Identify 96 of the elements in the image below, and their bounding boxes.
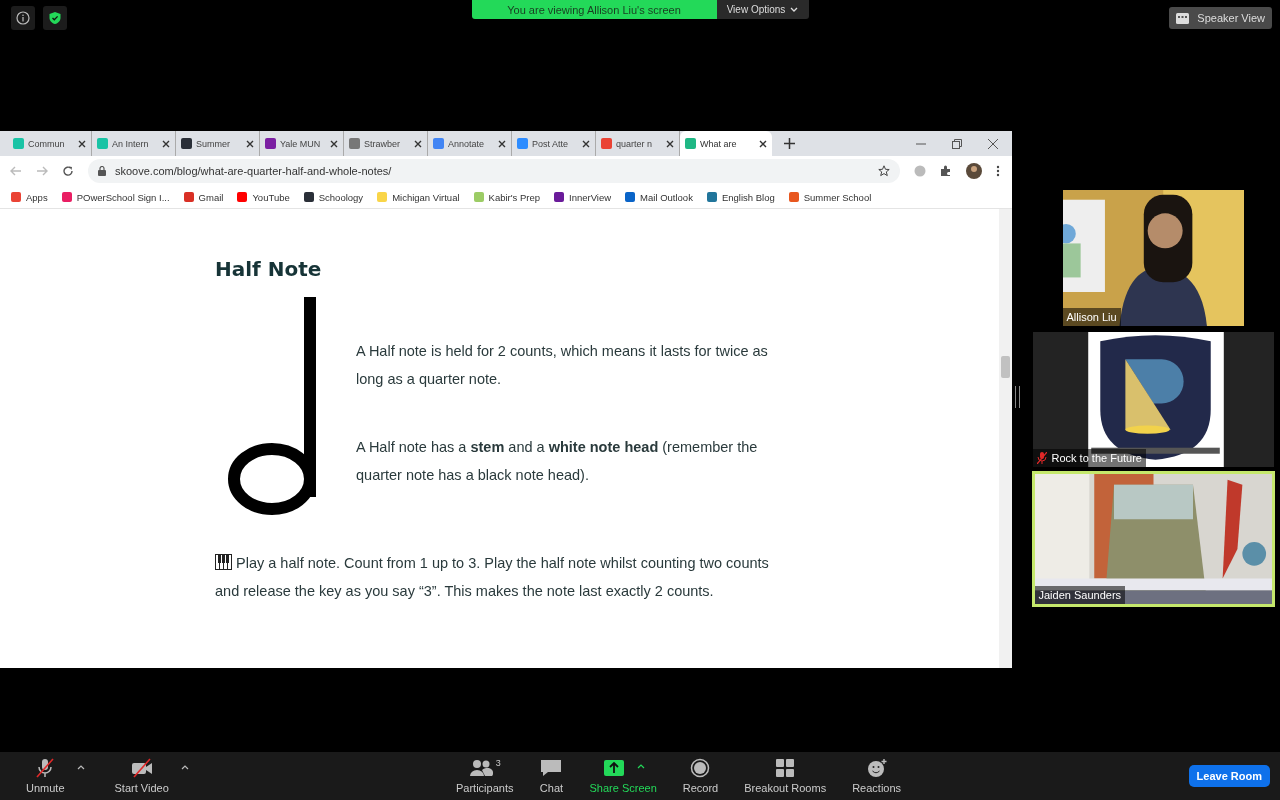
bookmark[interactable]: Michigan Virtual xyxy=(377,191,460,203)
reload-icon[interactable] xyxy=(62,165,74,177)
bookmark-label: English Blog xyxy=(721,191,775,203)
view-options-button[interactable]: View Options xyxy=(716,0,809,19)
close-icon[interactable] xyxy=(666,139,674,148)
tab-title: Strawber xyxy=(364,138,401,149)
tab-title: Annotate xyxy=(448,138,486,149)
bookmark-icon xyxy=(473,192,484,202)
caret-icon[interactable] xyxy=(76,764,85,770)
bookmark-label: InnerView xyxy=(569,191,612,203)
close-icon[interactable] xyxy=(246,139,254,148)
caret-icon[interactable] xyxy=(636,764,645,769)
tab-title: Yale MUN xyxy=(280,138,322,149)
avatar-icon[interactable] xyxy=(966,163,982,179)
leave-room-button[interactable]: Leave Room xyxy=(1188,765,1270,787)
paragraph: Play a half note. Count from 1 up to 3. Play the half note whilst counting two counts and release the key as you say “3”. This makes the note last exactly 2 counts. xyxy=(215,553,770,601)
bookmark-label: YouTube xyxy=(252,191,290,203)
bookmark-icon xyxy=(625,192,636,202)
chat-icon xyxy=(539,758,564,778)
paragraph: A Half note is held for 2 counts, which means it lasts for twice as long as a quarter note. xyxy=(356,342,769,389)
address-bar[interactable]: skoove.com/blog/what-are-quarter-half-and-whole-notes/ xyxy=(88,159,900,183)
participant-name: Rock to the Future xyxy=(1032,449,1146,467)
bookmark-icon xyxy=(377,192,388,202)
info-icon[interactable] xyxy=(11,6,35,30)
tab-title: An Intern xyxy=(112,138,150,149)
share-icon xyxy=(601,758,626,778)
bookmark-label: Schoology xyxy=(318,191,364,203)
tab-title: What are xyxy=(700,138,738,149)
url-text: skoove.com/blog/what-are-quarter-half-and-whole-notes/ xyxy=(115,165,393,177)
close-icon[interactable] xyxy=(988,138,998,149)
toolbar-button[interactable]: Unmute xyxy=(20,758,71,794)
bookmark-icon xyxy=(61,192,72,202)
close-icon[interactable] xyxy=(78,139,86,148)
toolbar-button[interactable]: Share Screen xyxy=(583,758,663,794)
toolbar-button[interactable]: Record xyxy=(676,758,725,794)
tab-title: quarter n xyxy=(616,138,654,149)
toolbar-button[interactable]: Reactions xyxy=(846,758,908,794)
bookmark-icon xyxy=(237,192,248,202)
toolbar-button[interactable]: 3 Participants xyxy=(450,758,520,794)
screen-share-banner: You are viewing Allison Liu's screen xyxy=(471,0,717,19)
bookmark-icon xyxy=(183,192,194,202)
muted-mic-icon xyxy=(1036,452,1047,464)
bookmark-icon xyxy=(554,192,564,202)
paragraph: A Half note has a stem and a white note head (remember the quarter note has a black note head). xyxy=(356,438,759,485)
close-icon[interactable] xyxy=(582,139,590,148)
bookmark-label: Mail Outlook xyxy=(640,191,693,203)
tab-title: Commun xyxy=(28,138,66,149)
close-icon[interactable] xyxy=(162,139,170,148)
bookmark[interactable]: Apps xyxy=(11,191,48,203)
video-camera-icon xyxy=(129,758,154,778)
participant-name: Allison Liu xyxy=(1062,308,1121,326)
restore-icon[interactable] xyxy=(952,138,962,149)
bookmark[interactable]: English Blog xyxy=(706,191,775,203)
bookmark[interactable]: Summer School xyxy=(788,191,872,203)
toolbar-button[interactable]: Start Video xyxy=(108,758,175,794)
puzzle-icon[interactable] xyxy=(940,165,952,177)
bookmark[interactable]: InnerView xyxy=(554,191,612,203)
browser-tab[interactable]: What are xyxy=(680,131,772,156)
close-icon[interactable] xyxy=(759,139,767,148)
star-icon[interactable] xyxy=(878,165,890,177)
grid-icon xyxy=(1176,12,1190,24)
caret-icon[interactable] xyxy=(180,764,189,770)
caret-icon xyxy=(790,6,799,13)
scrollbar[interactable] xyxy=(999,209,1012,668)
bookmark[interactable]: Schoology xyxy=(303,191,364,203)
close-icon[interactable] xyxy=(498,139,506,148)
participant-name: Jaiden Saunders xyxy=(1034,586,1126,604)
bookmark-label: Summer School xyxy=(803,191,872,203)
tab-title: Post Atte xyxy=(532,138,570,149)
bookmark-icon xyxy=(706,192,717,202)
tab-title: Summer xyxy=(196,138,231,149)
bookmark-icon xyxy=(788,192,799,202)
participant-count: 3 xyxy=(495,758,501,768)
participants-icon xyxy=(468,758,493,778)
shield-icon[interactable] xyxy=(43,6,67,30)
close-icon[interactable] xyxy=(414,139,422,148)
bookmark-label: Gmail xyxy=(198,191,224,203)
new-tab-icon[interactable] xyxy=(784,138,795,149)
bookmark-label: Apps xyxy=(26,191,48,203)
article-heading: Half Note xyxy=(215,257,323,281)
bookmark[interactable]: Mail Outlook xyxy=(625,191,693,203)
bookmark-label: Kabir's Prep xyxy=(488,191,540,203)
bookmark[interactable]: Gmail xyxy=(183,191,224,203)
piano-icon xyxy=(215,554,232,570)
bookmark-icon xyxy=(303,192,314,202)
bookmark-icon xyxy=(11,192,21,202)
menu-icon[interactable] xyxy=(996,165,1000,177)
bookmark-label: Michigan Virtual xyxy=(392,191,460,203)
toolbar-button[interactable]: Breakout Rooms xyxy=(738,758,833,794)
toolbar-button[interactable]: Chat xyxy=(533,758,570,794)
bookmark[interactable]: YouTube xyxy=(237,191,290,203)
speaker-view-button[interactable]: Speaker View xyxy=(1169,7,1272,29)
splitter-handle[interactable] xyxy=(1015,386,1020,408)
close-icon[interactable] xyxy=(330,139,338,148)
lock-icon xyxy=(98,166,106,176)
bookmark[interactable]: Kabir's Prep xyxy=(473,191,540,203)
